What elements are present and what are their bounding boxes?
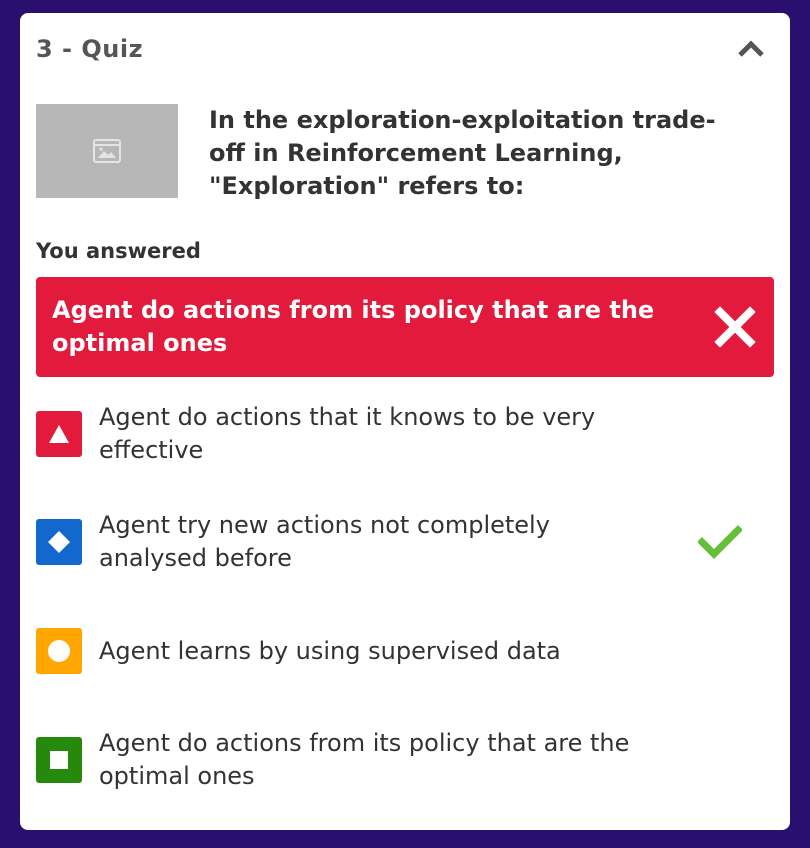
quiz-card: 3 - Quiz In the exploration-exploitation… [20,13,790,830]
answer-option-1: Agent do actions that it knows to be ver… [36,401,774,467]
chevron-up-icon [738,40,764,57]
triangle-icon [49,425,69,443]
answer-option-text: Agent do actions from its policy that ar… [99,729,630,790]
diamond-shape-box [36,519,82,565]
question-text: In the exploration-exploitation trade-of… [209,106,716,200]
circle-shape-box [36,628,82,674]
square-icon [50,751,68,769]
card-header: 3 - Quiz [36,33,768,65]
image-placeholder-icon [93,139,121,163]
answer-option-2: Agent try new actions not completely ana… [36,509,774,575]
answered-label: You answered [36,239,201,263]
answer-option-text: Agent do actions that it knows to be ver… [99,403,596,464]
answer-option-text: Agent try new actions not completely ana… [99,511,550,572]
circle-icon [48,640,70,662]
your-answer-banner: Agent do actions from its policy that ar… [36,277,774,377]
collapse-button[interactable] [734,34,768,64]
question-image [36,104,178,198]
answer-option-text: Agent learns by using supervised data [99,636,561,665]
answer-option-3: Agent learns by using supervised data [36,628,774,674]
answer-option-4: Agent do actions from its policy that ar… [36,727,774,793]
your-answer-text: Agent do actions from its policy that ar… [52,296,655,357]
x-icon [714,306,756,348]
quiz-title: 3 - Quiz [36,35,144,63]
square-shape-box [36,737,82,783]
diamond-icon [48,531,70,553]
checkmark-icon [698,525,742,559]
triangle-shape-box [36,411,82,457]
